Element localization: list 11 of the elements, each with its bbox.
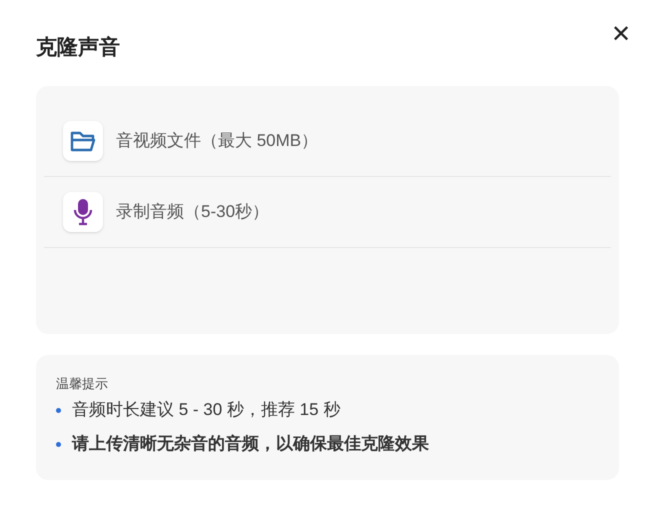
dialog-title: 克隆声音 <box>36 34 120 62</box>
tips-heading: 温馨提示 <box>56 375 109 393</box>
bullet-icon <box>56 442 61 446</box>
tip-text: 音频时长建议 5 - 30 秒，推荐 15 秒 <box>72 399 340 421</box>
microphone-icon <box>73 198 93 226</box>
close-button[interactable]: ✕ <box>611 23 631 47</box>
folder-icon <box>69 129 97 153</box>
tip-text: 请上传清晰无杂音的音频，以确保最佳克隆效果 <box>72 433 429 455</box>
bullet-icon <box>56 408 61 412</box>
option-row[interactable]: 录制音频（5-30秒） <box>44 177 611 248</box>
option-row[interactable]: 音视频文件（最大 50MB） <box>44 106 611 177</box>
